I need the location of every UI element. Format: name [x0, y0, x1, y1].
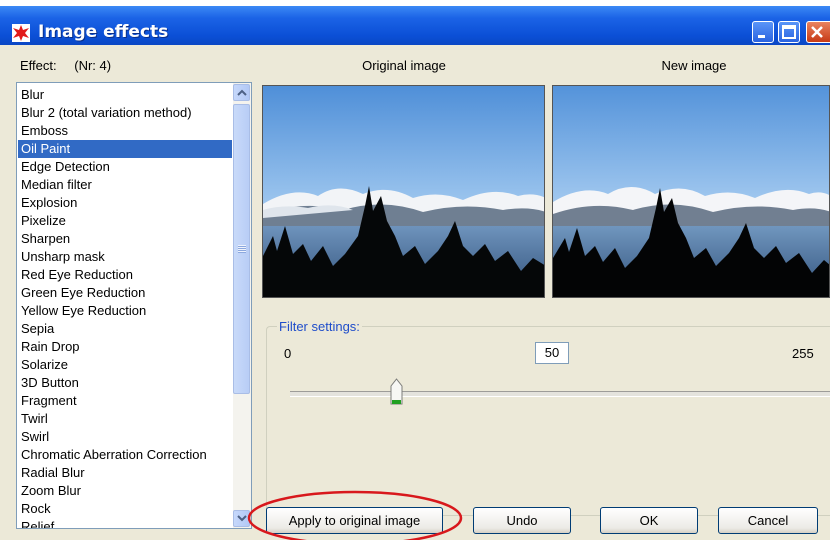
- effect-list-item[interactable]: Pixelize: [18, 212, 232, 230]
- original-image-landscape: [263, 86, 544, 297]
- effect-list-item[interactable]: Unsharp mask: [18, 248, 232, 266]
- window-title: Image effects: [38, 22, 169, 42]
- ok-button[interactable]: OK: [600, 507, 698, 534]
- slider-max-label: 255: [792, 346, 814, 361]
- effect-list-item[interactable]: Oil Paint: [18, 140, 232, 158]
- red-splat-icon: [12, 24, 30, 42]
- undo-button[interactable]: Undo: [473, 507, 571, 534]
- effect-list-item[interactable]: Twirl: [18, 410, 232, 428]
- title-bar[interactable]: Image effects: [0, 0, 830, 45]
- new-image: [552, 85, 830, 298]
- scroll-grip: [238, 245, 246, 253]
- effect-list-items: Blur Blur 2 (total variation method) Embos…: [18, 86, 232, 528]
- scroll-thumb[interactable]: [233, 104, 250, 394]
- effect-list-item[interactable]: Green Eye Reduction: [18, 284, 232, 302]
- effect-list-item[interactable]: 3D Button: [18, 374, 232, 392]
- effect-list-item[interactable]: Solarize: [18, 356, 232, 374]
- effect-list-item[interactable]: Emboss: [18, 122, 232, 140]
- scroll-down-button[interactable]: [233, 510, 250, 527]
- effect-list-item[interactable]: Red Eye Reduction: [18, 266, 232, 284]
- maximize-button[interactable]: [778, 21, 800, 43]
- new-image-landscape: [553, 86, 829, 297]
- effect-list-item[interactable]: Swirl: [18, 428, 232, 446]
- filter-slider-thumb[interactable]: [390, 378, 403, 406]
- effect-list-item[interactable]: Relief: [18, 518, 232, 528]
- new-image-label: New image: [661, 58, 727, 73]
- effect-list-item[interactable]: Rock: [18, 500, 232, 518]
- filter-settings-label: Filter settings:: [277, 319, 362, 334]
- original-image: [262, 85, 545, 298]
- effect-list-item[interactable]: Blur: [18, 86, 232, 104]
- effect-list[interactable]: Blur Blur 2 (total variation method) Embos…: [16, 82, 252, 529]
- effect-list-item[interactable]: Edge Detection: [18, 158, 232, 176]
- effect-list-item[interactable]: Sepia: [18, 320, 232, 338]
- effect-header: Effect: (Nr: 4): [20, 58, 125, 73]
- effect-list-item[interactable]: Yellow Eye Reduction: [18, 302, 232, 320]
- slider-min-label: 0: [284, 346, 292, 361]
- cancel-button[interactable]: Cancel: [718, 507, 818, 534]
- effect-list-item[interactable]: Median filter: [18, 176, 232, 194]
- effect-list-item[interactable]: Sharpen: [18, 230, 232, 248]
- effect-list-scrollbar[interactable]: [233, 83, 251, 528]
- filter-slider-track[interactable]: [290, 391, 830, 397]
- close-button[interactable]: [806, 21, 830, 43]
- effect-count: (Nr: 4): [74, 58, 112, 73]
- effect-list-item[interactable]: Chromatic Aberration Correction: [18, 446, 232, 464]
- chevron-up-icon: [237, 89, 247, 96]
- effect-label: Effect:: [20, 58, 57, 73]
- effect-list-item[interactable]: Fragment: [18, 392, 232, 410]
- effect-list-item[interactable]: Explosion: [18, 194, 232, 212]
- effect-list-item[interactable]: Blur 2 (total variation method): [18, 104, 232, 122]
- minimize-button[interactable]: [752, 21, 774, 43]
- title-bar-top-edge: [0, 0, 830, 6]
- original-image-label: Original image: [362, 58, 446, 73]
- filter-value-field[interactable]: 50: [535, 342, 569, 364]
- minimize-icon: [758, 35, 765, 38]
- effect-list-item[interactable]: Radial Blur: [18, 464, 232, 482]
- effect-list-item[interactable]: Zoom Blur: [18, 482, 232, 500]
- scroll-up-button[interactable]: [233, 84, 250, 101]
- apply-to-original-button[interactable]: Apply to original image: [266, 507, 443, 534]
- close-icon: [811, 26, 823, 38]
- chevron-down-icon: [237, 515, 247, 522]
- maximize-icon: [782, 25, 796, 39]
- effect-list-item[interactable]: Rain Drop: [18, 338, 232, 356]
